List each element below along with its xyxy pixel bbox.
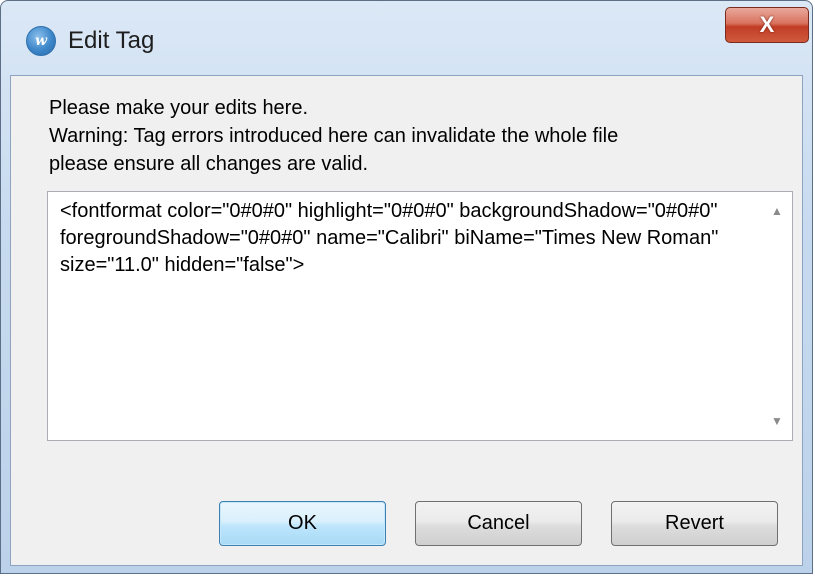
instructions-text: Please make your edits here. Warning: Ta… bbox=[49, 94, 618, 178]
dialog-content: Please make your edits here. Warning: Ta… bbox=[10, 75, 803, 566]
ok-button[interactable]: OK bbox=[219, 501, 386, 546]
instructions-line-1: Please make your edits here. bbox=[49, 97, 309, 119]
scroll-down-icon[interactable]: ▼ bbox=[762, 406, 792, 436]
tag-editor-text[interactable]: <fontformat color="0#0#0" highlight="0#0… bbox=[60, 198, 740, 279]
cancel-button[interactable]: Cancel bbox=[415, 501, 582, 546]
instructions-line-3: please ensure all changes are valid. bbox=[49, 153, 369, 175]
window-title: Edit Tag bbox=[68, 27, 155, 54]
scroll-up-icon[interactable]: ▲ bbox=[762, 196, 792, 226]
title-bar[interactable]: w Edit Tag X bbox=[1, 1, 812, 75]
app-logo-glyph: w bbox=[34, 33, 48, 49]
revert-button[interactable]: Revert bbox=[611, 501, 778, 546]
app-logo-icon: w bbox=[26, 26, 56, 56]
close-icon: X bbox=[759, 12, 775, 37]
edit-tag-dialog: w Edit Tag X Please make your edits here… bbox=[0, 0, 813, 574]
tag-editor-textarea[interactable]: <fontformat color="0#0#0" highlight="0#0… bbox=[47, 191, 793, 441]
warning-line: Warning: Tag errors introduced here can … bbox=[49, 125, 619, 147]
vertical-scrollbar[interactable]: ▲ ▼ bbox=[762, 192, 792, 440]
close-button[interactable]: X bbox=[725, 7, 809, 43]
